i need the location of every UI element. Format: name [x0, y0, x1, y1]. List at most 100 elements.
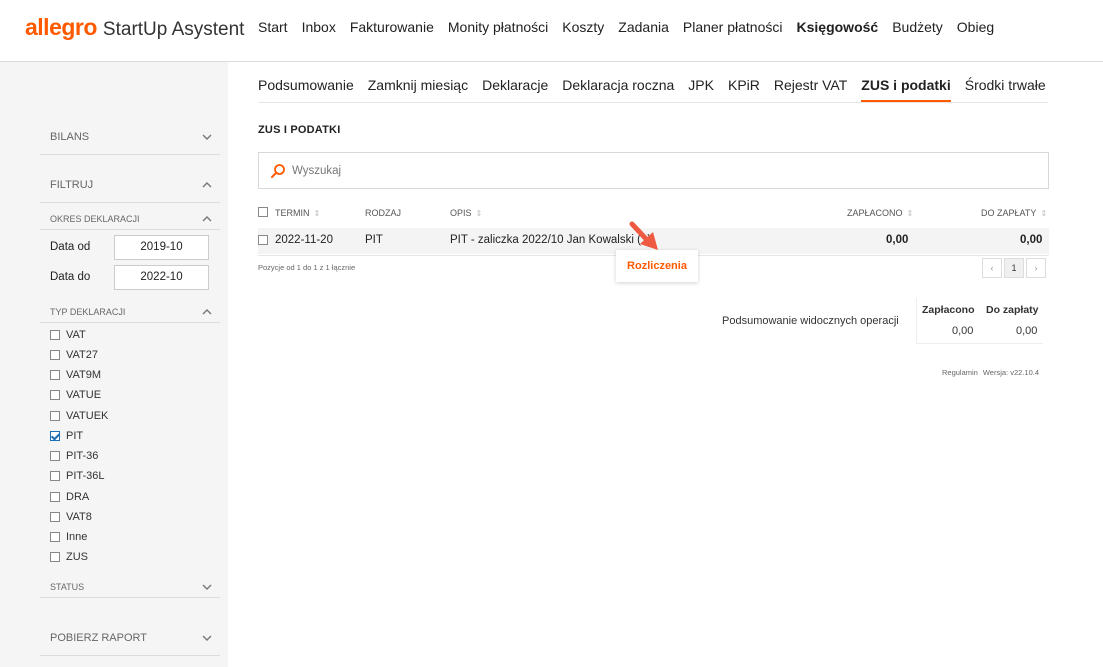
checkbox[interactable]: [50, 350, 60, 360]
regulamin-link[interactable]: Regulamin: [942, 368, 978, 377]
tab-zamknij-miesiac[interactable]: Zamknij miesiąc: [368, 77, 468, 102]
nav-planer[interactable]: Planer płatności: [683, 19, 783, 35]
typ-section[interactable]: TYP DEKLARACJI: [40, 307, 220, 323]
type-pit-36[interactable]: PIT-36: [50, 449, 98, 463]
col-label: DO ZAPŁATY: [981, 208, 1037, 218]
tab-podsumowanie[interactable]: Podsumowanie: [258, 77, 354, 102]
filtruj-label: FILTRUJ: [50, 179, 94, 191]
sort-icon: ⇕: [1040, 208, 1048, 218]
row-checkbox[interactable]: [258, 235, 268, 245]
checkbox[interactable]: [50, 471, 60, 481]
okres-label: OKRES DEKLARACJI: [50, 214, 140, 224]
tab-jpk[interactable]: JPK: [688, 77, 714, 102]
summary-zaplacono-header: Zapłacono: [922, 304, 975, 316]
checkbox[interactable]: [50, 390, 60, 400]
type-label: PIT: [66, 430, 84, 442]
data-od-label: Data od: [50, 241, 91, 253]
col-label: TERMIN: [275, 208, 310, 218]
nav-koszty[interactable]: Koszty: [562, 19, 604, 35]
type-label: Inne: [66, 531, 88, 543]
type-label: DRA: [66, 491, 90, 503]
sort-icon: ⇕: [313, 208, 321, 218]
nav-zadania[interactable]: Zadania: [618, 19, 669, 35]
col-label: ZAPŁACONO: [847, 208, 903, 218]
nav-fakturowanie[interactable]: Fakturowanie: [350, 19, 434, 35]
search-input[interactable]: [292, 164, 992, 177]
data-do-field[interactable]: 2022-10: [114, 265, 209, 290]
checkbox[interactable]: [50, 492, 60, 502]
app-name: StartUp Asystent: [102, 19, 245, 40]
type-vat27[interactable]: VAT27: [50, 348, 98, 362]
summary-label: Podsumowanie widocznych operacji: [722, 315, 899, 327]
prev-page-button[interactable]: ‹: [982, 258, 1002, 278]
type-vat9m[interactable]: VAT9M: [50, 368, 101, 382]
checkbox[interactable]: [50, 552, 60, 562]
type-label: VATUEK: [66, 410, 109, 422]
checkbox[interactable]: [50, 451, 60, 461]
col-termin[interactable]: TERMIN ⇕: [275, 208, 320, 218]
type-label: VAT8: [66, 511, 92, 523]
col-opis[interactable]: OPIS ⇕: [450, 208, 482, 218]
raport-section[interactable]: POBIERZ RAPORT: [40, 632, 220, 656]
chevron-down-icon: [202, 132, 212, 142]
tab-srodki-trwale[interactable]: Środki trwałe: [965, 77, 1046, 102]
checkbox[interactable]: [50, 411, 60, 421]
nav-obieg[interactable]: Obieg: [957, 19, 994, 35]
type-vat[interactable]: VAT: [50, 328, 86, 342]
chevron-down-icon: [202, 582, 212, 592]
chevron-up-icon: [202, 307, 212, 317]
status-section[interactable]: STATUS: [40, 582, 220, 598]
type-label: VAT27: [66, 349, 98, 361]
filtruj-section[interactable]: FILTRUJ: [40, 179, 220, 203]
data-od-field[interactable]: 2019-10: [114, 235, 209, 260]
col-do-zaplaty[interactable]: DO ZAPŁATY ⇕: [981, 208, 1047, 218]
tab-kpir[interactable]: KPiR: [728, 77, 760, 102]
type-zus[interactable]: ZUS: [50, 550, 88, 564]
cell-opis[interactable]: PIT - zaliczka 2022/10 Jan Kowalski (1): [450, 234, 651, 246]
page-1-button[interactable]: 1: [1004, 258, 1024, 278]
type-inne[interactable]: Inne: [50, 530, 87, 544]
type-pit[interactable]: PIT: [50, 429, 83, 443]
checkbox[interactable]: [50, 330, 60, 340]
tab-deklaracja-roczna[interactable]: Deklaracja roczna: [562, 77, 674, 102]
select-all-checkbox[interactable]: [258, 207, 268, 217]
type-label: ZUS: [66, 551, 88, 563]
col-rodzaj: RODZAJ: [365, 208, 401, 218]
nav-ksiegowosc[interactable]: Księgowość: [797, 19, 879, 35]
bilans-label: BILANS: [50, 131, 90, 143]
top-bar: allegro StartUp Asystent Start Inbox Fak…: [0, 0, 1103, 62]
checkbox[interactable]: [50, 370, 60, 380]
brand[interactable]: allegro StartUp Asystent: [25, 14, 244, 41]
checkbox[interactable]: [50, 512, 60, 522]
checkbox[interactable]: [50, 532, 60, 542]
next-page-button[interactable]: ›: [1026, 258, 1046, 278]
type-pit-36l[interactable]: PIT-36L: [50, 469, 105, 483]
bilans-section[interactable]: BILANS: [40, 131, 220, 155]
col-label: RODZAJ: [365, 208, 401, 218]
cell-do-zaplaty: 0,00: [1020, 234, 1043, 246]
nav-monity[interactable]: Monity płatności: [448, 19, 548, 35]
footer: Regulamin Wersja: v22.10.4: [942, 368, 1039, 377]
tab-rejestr-vat[interactable]: Rejestr VAT: [774, 77, 847, 102]
nav-start[interactable]: Start: [258, 19, 288, 35]
version-text: Wersja: v22.10.4: [982, 368, 1039, 377]
col-zaplacono[interactable]: ZAPŁACONO ⇕: [847, 208, 913, 218]
tab-zus-i-podatki[interactable]: ZUS i podatki: [861, 77, 951, 102]
col-label: OPIS: [450, 208, 472, 218]
sub-nav: Podsumowanie Zamknij miesiąc Deklaracje …: [258, 77, 1046, 102]
tab-deklaracje[interactable]: Deklaracje: [482, 77, 548, 102]
checkbox-checked[interactable]: [50, 431, 60, 441]
page-title: ZUS I PODATKI: [258, 124, 341, 136]
sort-icon: ⇕: [475, 208, 483, 218]
search-icon: [271, 163, 285, 178]
nav-inbox[interactable]: Inbox: [302, 19, 336, 35]
cell-termin: 2022-11-20: [275, 234, 333, 246]
type-vatuek[interactable]: VATUEK: [50, 409, 108, 423]
type-vat8[interactable]: VAT8: [50, 510, 92, 524]
type-vatue[interactable]: VATUE: [50, 388, 101, 402]
type-dra[interactable]: DRA: [50, 490, 89, 504]
okres-section[interactable]: OKRES DEKLARACJI: [40, 214, 220, 230]
search-box[interactable]: [258, 152, 1049, 189]
nav-budzety[interactable]: Budżety: [892, 19, 943, 35]
rozliczenia-popup[interactable]: Rozliczenia: [616, 250, 698, 282]
